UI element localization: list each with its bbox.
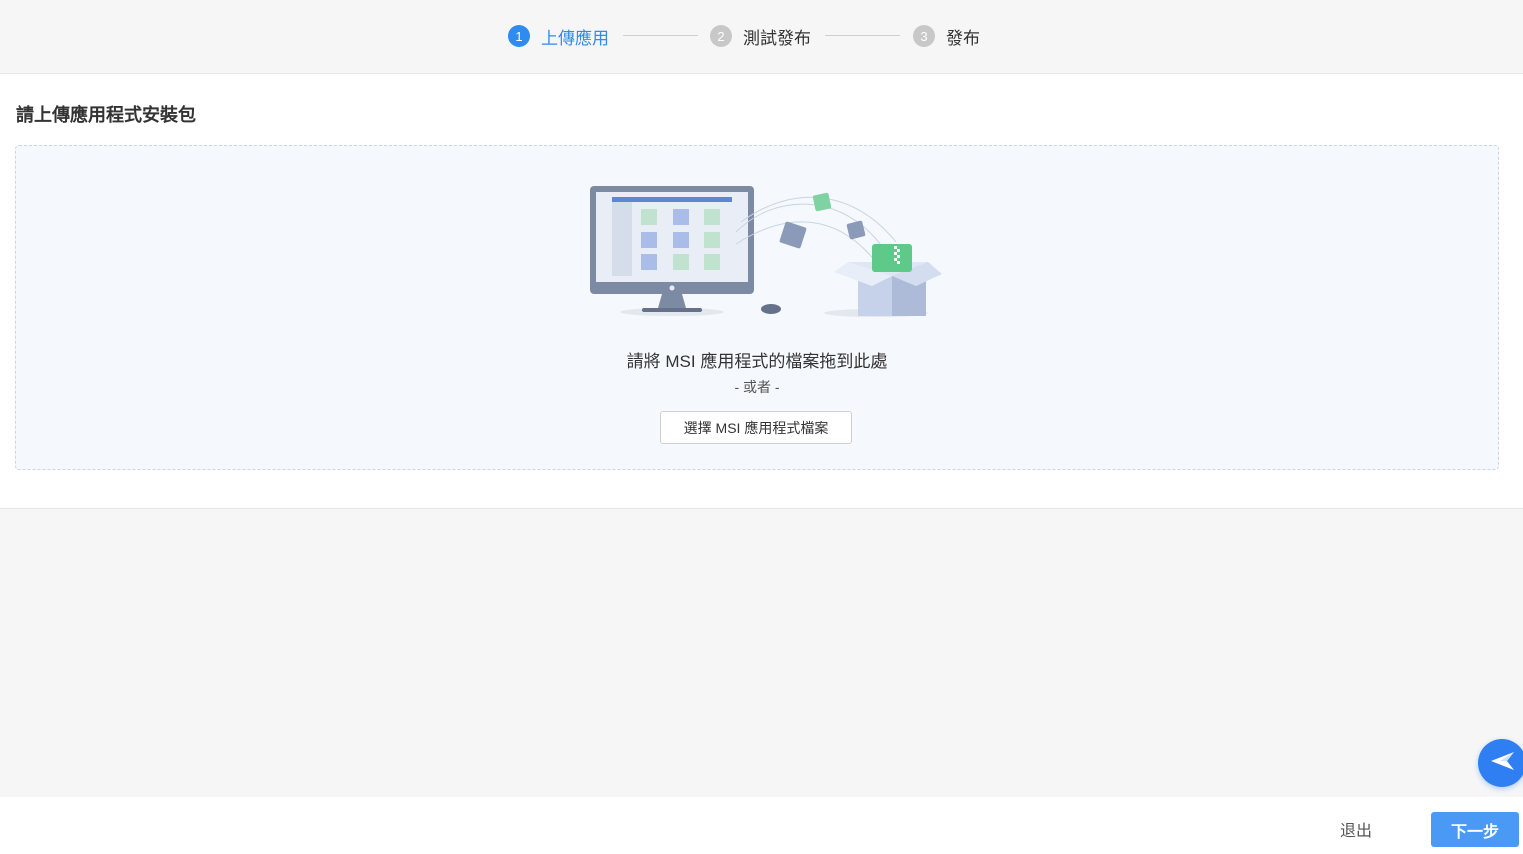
next-step-button[interactable]: 下一步 [1431,812,1519,847]
step-1: 1 上傳應用 [508,24,609,48]
step-2: 2 測試發布 [710,24,811,48]
choose-file-button[interactable]: 選擇 MSI 應用程式檔案 [660,411,852,444]
send-plane-icon [1489,750,1515,777]
step-3-label: 發布 [946,28,980,48]
step-2-label: 測試發布 [743,28,811,48]
step-1-label: 上傳應用 [541,28,609,48]
step-progress-bar: 1 上傳應用 2 測試發布 3 發布 [0,0,1523,74]
upload-panel: 請上傳應用程式安裝包 請將 MSI 應用程式的檔案拖到此處 - 或者 - 選擇 … [0,74,1523,509]
step-3-number: 3 [913,25,935,47]
upload-illustration-icon [586,182,946,327]
feedback-fab-button[interactable] [1478,739,1523,787]
file-dropzone[interactable]: 請將 MSI 應用程式的檔案拖到此處 - 或者 - 選擇 MSI 應用程式檔案 [15,145,1499,470]
step-connector-2 [825,35,900,36]
step-1-number: 1 [508,25,530,47]
page-title: 請上傳應用程式安裝包 [16,105,196,125]
exit-button[interactable]: 退出 [1340,817,1372,841]
step-2-number: 2 [710,25,732,47]
step-3: 3 發布 [913,24,980,48]
step-connector-1 [623,35,698,36]
drop-instruction-text: 請將 MSI 應用程式的檔案拖到此處 [626,352,888,371]
or-separator: - 或者 - [734,379,780,395]
footer-bar: 退出 下一步 [0,797,1523,854]
